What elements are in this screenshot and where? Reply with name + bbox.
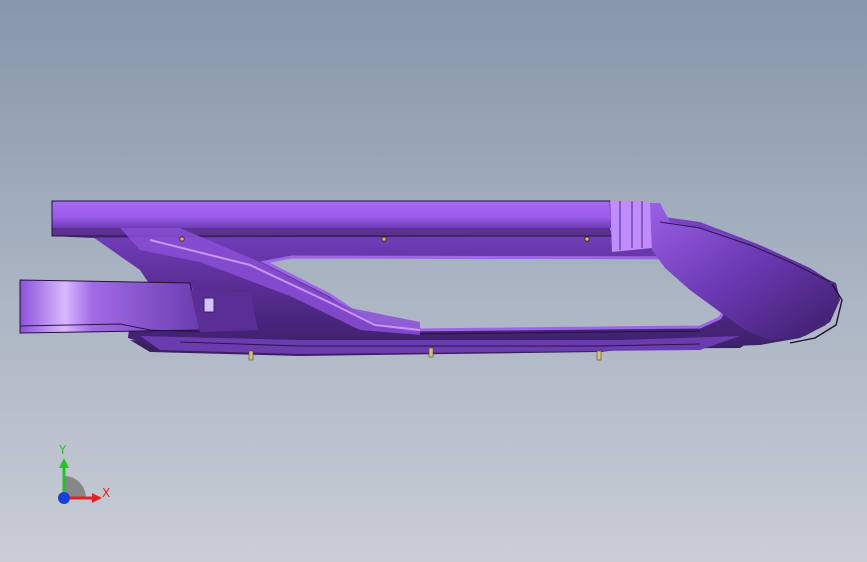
y-axis-label: Y xyxy=(59,443,67,457)
x-axis-label: X xyxy=(102,486,111,500)
x-axis-arrow-icon xyxy=(92,493,102,503)
rail-hole-1 xyxy=(179,236,185,242)
rail-hole-3 xyxy=(584,236,590,242)
rail-end-block xyxy=(610,201,652,252)
cad-graphics-viewport[interactable]: Y X xyxy=(0,0,867,562)
mount-pocket xyxy=(190,290,258,332)
coordinate-triad: Y X xyxy=(40,440,130,520)
pocket-slot xyxy=(203,297,215,313)
bottom-pin-1 xyxy=(248,350,254,361)
cad-part-model[interactable] xyxy=(0,0,867,562)
triad-graphic xyxy=(58,458,102,504)
top-rail xyxy=(52,201,612,228)
bottom-pin-2 xyxy=(428,347,434,358)
y-axis-arrow-icon xyxy=(59,458,69,468)
rail-hole-2 xyxy=(381,236,387,242)
z-axis-dot-icon xyxy=(58,492,70,504)
bottom-pin-3 xyxy=(596,350,602,361)
